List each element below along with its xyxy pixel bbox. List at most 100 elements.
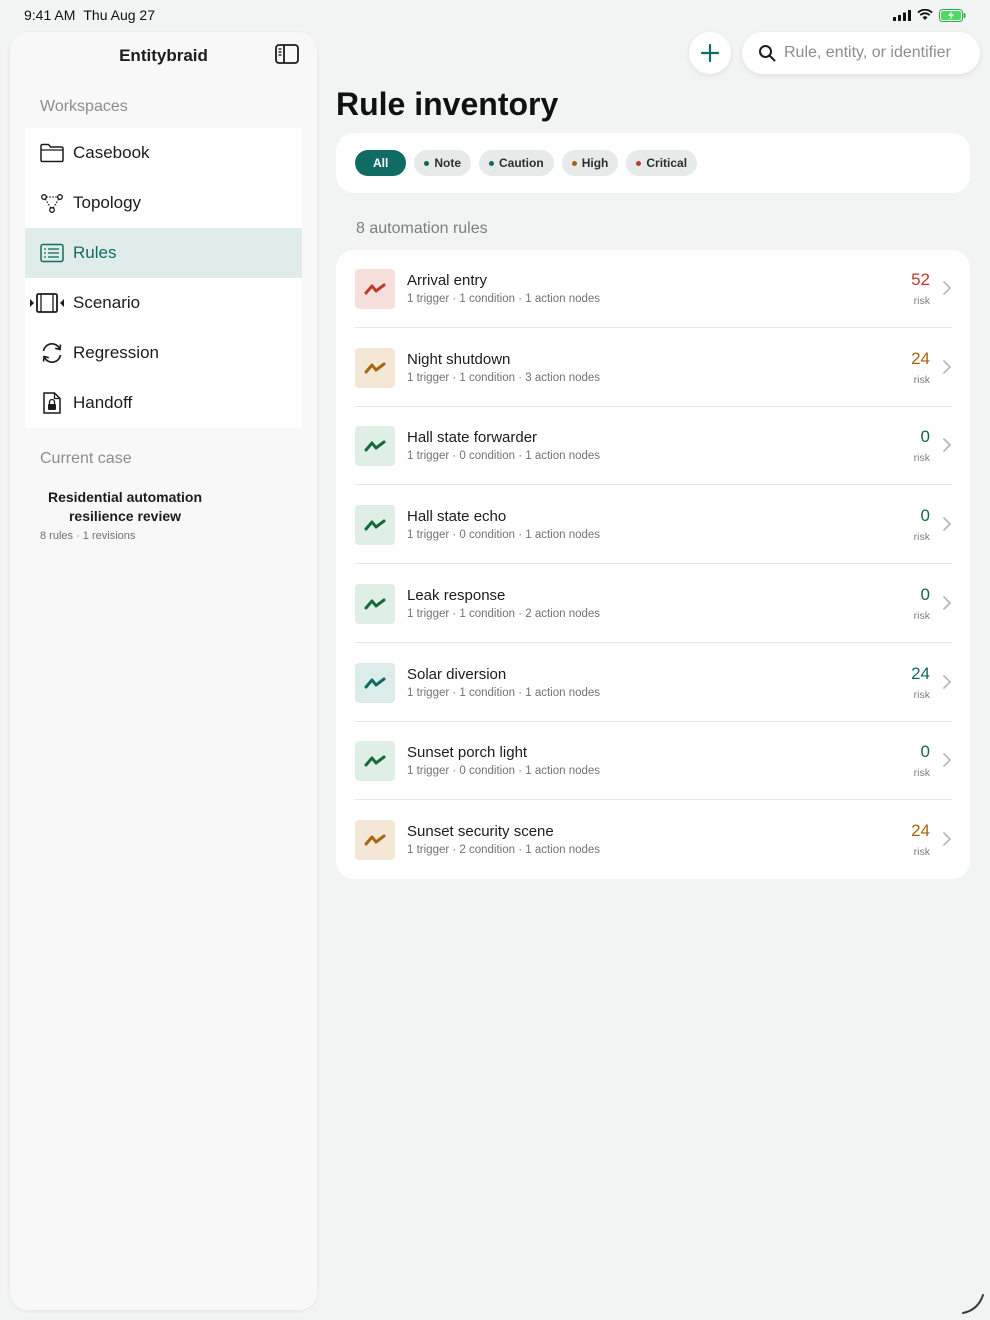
filter-chip-label: High bbox=[581, 156, 609, 170]
current-case-title[interactable]: Residential automation resilience review bbox=[10, 488, 210, 526]
filter-chip-note[interactable]: Note bbox=[414, 150, 472, 176]
rule-row[interactable]: Hall state echo 1 trigger · 0 condition ·… bbox=[355, 486, 952, 565]
sidebar-item-scenario[interactable]: Scenario bbox=[25, 278, 302, 328]
risk-label: risk bbox=[913, 767, 930, 780]
rule-row[interactable]: Hall state forwarder 1 trigger · 0 condit… bbox=[355, 407, 952, 486]
risk-score: 52 bbox=[911, 270, 930, 289]
search-input[interactable] bbox=[784, 44, 974, 62]
chevron-right-icon bbox=[943, 753, 952, 768]
severity-dot bbox=[636, 160, 642, 166]
list-icon bbox=[39, 241, 65, 265]
current-case-label: Current case bbox=[40, 450, 132, 467]
rule-count: 8 automation rules bbox=[356, 220, 488, 237]
app-title: Entitybraid bbox=[119, 46, 208, 65]
sidebar-item-regression[interactable]: Regression bbox=[25, 328, 302, 378]
rule-name: Sunset porch light bbox=[407, 744, 528, 762]
filter-chip-label: All bbox=[373, 156, 389, 170]
rule-row[interactable]: Arrival entry 1 trigger · 1 condition · 1… bbox=[355, 250, 952, 328]
rule-meta: 1 trigger · 0 condition · 1 action nodes bbox=[407, 450, 601, 463]
filter-chip-critical[interactable]: Critical bbox=[626, 150, 698, 176]
add-rule-button[interactable] bbox=[689, 32, 731, 74]
cellular-signal-icon bbox=[893, 9, 911, 21]
page-title: Rule inventory bbox=[336, 86, 559, 122]
film-icon bbox=[30, 291, 65, 315]
sidebar-item-label: Casebook bbox=[73, 143, 150, 162]
rule-row[interactable]: Leak response 1 trigger · 1 condition · 2… bbox=[355, 565, 952, 643]
severity-filter-bar: All Note Caution High Critical bbox=[336, 133, 970, 193]
locked-document-icon bbox=[39, 391, 65, 415]
folder-icon bbox=[39, 141, 65, 165]
rule-name: Night shutdown bbox=[407, 350, 511, 368]
workspaces-label: Workspaces bbox=[40, 98, 128, 115]
rule-name: Hall state echo bbox=[407, 508, 507, 526]
sidebar-item-handoff[interactable]: Handoff bbox=[25, 378, 302, 428]
sidebar-item-label: Rules bbox=[73, 243, 117, 262]
risk-score: 24 bbox=[911, 348, 930, 368]
status-left: 9:41 AM Thu Aug 27 bbox=[24, 7, 155, 23]
risk-score: 0 bbox=[920, 506, 930, 526]
risk-label: risk bbox=[913, 531, 930, 544]
rule-activity-icon bbox=[355, 426, 395, 467]
rule-activity-icon bbox=[355, 662, 395, 703]
filter-chip-caution[interactable]: Caution bbox=[479, 150, 554, 176]
sidebar-item-topology[interactable]: Topology bbox=[25, 178, 302, 228]
rule-name: Sunset security scene bbox=[407, 822, 554, 840]
rule-meta: 1 trigger · 1 condition · 1 action nodes bbox=[407, 293, 601, 305]
severity-dot bbox=[489, 160, 495, 166]
search-icon bbox=[759, 45, 776, 62]
risk-score: 0 bbox=[920, 427, 930, 447]
rule-row[interactable]: Solar diversion 1 trigger · 1 condition ·… bbox=[355, 644, 952, 722]
search-bar bbox=[742, 32, 980, 74]
sidebar-item-rules[interactable]: Rules bbox=[25, 228, 302, 278]
status-date: Thu Aug 27 bbox=[83, 7, 155, 23]
filter-chip-all[interactable]: All bbox=[355, 150, 407, 176]
rule-name: Leak response bbox=[407, 586, 506, 604]
chevron-right-icon bbox=[943, 281, 952, 295]
severity-dot bbox=[571, 160, 577, 166]
rule-activity-icon bbox=[355, 819, 395, 860]
rule-meta: 1 trigger · 1 condition · 1 action nodes bbox=[407, 686, 601, 699]
risk-label: risk bbox=[913, 373, 930, 386]
risk-score: 0 bbox=[920, 742, 930, 762]
chevron-right-icon bbox=[943, 595, 952, 610]
sidebar: Entitybraid Workspaces Casebook Topology… bbox=[10, 32, 317, 1310]
sidebar-header: Entitybraid bbox=[10, 36, 317, 76]
rule-name: Solar diversion bbox=[407, 665, 507, 683]
chevron-right-icon bbox=[943, 674, 952, 689]
chevron-right-icon bbox=[943, 359, 952, 374]
risk-score: 0 bbox=[920, 584, 930, 604]
rule-row[interactable]: Sunset security scene 1 trigger · 2 condi… bbox=[355, 801, 952, 879]
current-case-meta: 8 rules · 1 revisions bbox=[40, 530, 136, 542]
rule-activity-icon bbox=[355, 347, 395, 388]
sidebar-item-label: Scenario bbox=[73, 293, 141, 312]
topology-icon bbox=[39, 191, 65, 215]
rule-meta: 1 trigger · 0 condition · 1 action nodes bbox=[407, 529, 601, 542]
status-right bbox=[893, 8, 966, 22]
filter-chip-label: Critical bbox=[646, 156, 688, 170]
resize-corner-icon bbox=[962, 1294, 984, 1314]
rule-activity-icon bbox=[355, 583, 395, 624]
rule-row[interactable]: Sunset porch light 1 trigger · 0 conditio… bbox=[355, 722, 952, 801]
battery-charging-icon bbox=[939, 8, 966, 22]
risk-label: risk bbox=[913, 295, 930, 307]
chevron-right-icon bbox=[943, 831, 952, 846]
filter-chip-label: Caution bbox=[499, 156, 544, 170]
sidebar-item-label: Handoff bbox=[73, 393, 133, 412]
filter-chip-high[interactable]: High bbox=[561, 150, 619, 176]
risk-score: 24 bbox=[911, 663, 930, 683]
risk-label: risk bbox=[913, 688, 930, 701]
rule-meta: 1 trigger · 1 condition · 3 action nodes bbox=[407, 371, 601, 384]
rules-list: Arrival entry 1 trigger · 1 condition · 1… bbox=[336, 250, 970, 879]
filter-chip-label: Note bbox=[434, 156, 462, 170]
rule-activity-icon bbox=[355, 505, 395, 546]
sidebar-toggle-icon[interactable] bbox=[275, 44, 299, 64]
risk-score: 24 bbox=[911, 820, 930, 840]
sidebar-item-label: Regression bbox=[73, 343, 159, 362]
rule-meta: 1 trigger · 0 condition · 1 action nodes bbox=[407, 765, 601, 778]
risk-label: risk bbox=[913, 452, 930, 465]
chevron-right-icon bbox=[943, 438, 952, 453]
rule-row[interactable]: Night shutdown 1 trigger · 1 condition · … bbox=[355, 329, 952, 407]
rule-meta: 1 trigger · 2 condition · 1 action nodes bbox=[407, 843, 601, 856]
wifi-icon bbox=[917, 9, 933, 20]
sidebar-item-casebook[interactable]: Casebook bbox=[25, 128, 302, 178]
